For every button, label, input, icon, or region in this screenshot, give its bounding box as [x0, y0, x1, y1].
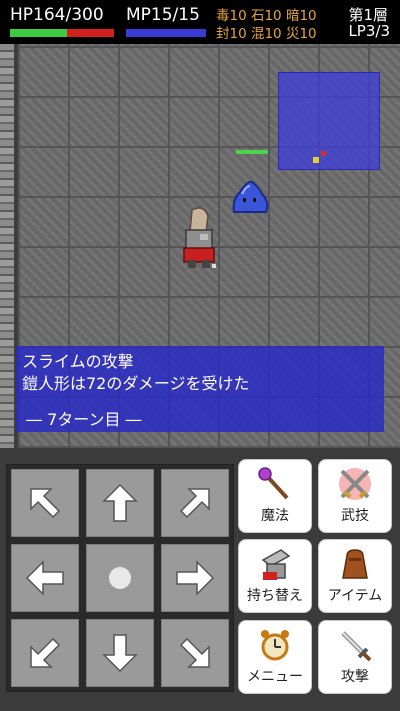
switch-weapon-button[interactable]: 持ち替え	[238, 539, 312, 613]
arrow-down-right-icon	[179, 637, 210, 668]
slime-enemy[interactable]	[230, 178, 270, 216]
status-effects-row1: 毒10 石10 暗10	[216, 8, 317, 24]
control-panel: 魔法 武技 持ち替え アイテム メニュー 攻撃	[0, 448, 400, 711]
menu-button[interactable]: メニュー	[238, 620, 312, 694]
attack-label: 攻撃	[341, 669, 369, 685]
direction-pad	[6, 464, 234, 692]
sword-icon	[341, 631, 372, 662]
armor-doll-player	[183, 207, 216, 268]
enemy-hp-bar	[236, 150, 268, 154]
hp-bar-fill	[10, 29, 67, 37]
mp-bar-fill	[126, 29, 206, 37]
wait-button[interactable]	[86, 544, 154, 612]
message-line-1: スライムの攻撃	[22, 352, 134, 371]
move-up-button[interactable]	[86, 469, 154, 537]
mp-label: MP15/15	[126, 5, 200, 25]
dot-icon	[109, 567, 131, 589]
arrow-up-left-icon	[30, 488, 61, 519]
status-effects-row2: 封10 混10 災10	[216, 26, 317, 42]
arrow-up-icon	[102, 483, 138, 522]
minimap	[278, 72, 380, 170]
arrow-up-right-icon	[179, 488, 210, 519]
arrow-down-icon	[102, 634, 138, 673]
arrow-right-icon	[176, 560, 215, 596]
crossed-swords-icon	[339, 468, 371, 500]
move-left-button[interactable]	[11, 544, 79, 612]
alarm-clock-icon	[261, 630, 289, 661]
status-hud: HP164/300 MP15/15 毒10 石10 暗10 封10 混10 災1…	[0, 0, 400, 44]
move-up-right-button[interactable]	[161, 469, 229, 537]
arrow-left-icon	[25, 560, 64, 596]
move-down-button[interactable]	[86, 619, 154, 687]
item-label: アイテム	[327, 588, 383, 604]
move-down-left-button[interactable]	[11, 619, 79, 687]
message-line-2: 鎧人形は72のダメージを受けた	[22, 374, 250, 393]
switch-weapon-label: 持ち替え	[247, 588, 303, 604]
move-right-button[interactable]	[161, 544, 229, 612]
lp-indicator: LP3/3	[348, 22, 390, 40]
attack-button[interactable]: 攻撃	[318, 620, 392, 694]
menu-label: メニュー	[247, 669, 303, 685]
weapon-swap-icon	[261, 549, 291, 580]
skill-button[interactable]: 武技	[318, 459, 392, 533]
magic-label: 魔法	[261, 508, 289, 524]
skill-label: 武技	[341, 508, 369, 524]
minimap-enemy-marker	[321, 151, 326, 156]
staff-icon	[258, 467, 289, 500]
hp-label: HP164/300	[10, 5, 104, 25]
turn-counter: ― 7ターン目 ―	[26, 410, 142, 429]
dungeon-wall	[0, 44, 14, 448]
hp-bar	[10, 29, 114, 37]
mp-bar	[126, 29, 206, 37]
item-button[interactable]: アイテム	[318, 539, 392, 613]
arrow-down-left-icon	[30, 637, 61, 668]
bag-icon	[342, 549, 368, 579]
magic-button[interactable]: 魔法	[238, 459, 312, 533]
minimap-player-marker	[313, 157, 319, 163]
battle-message-box: スライムの攻撃 鎧人形は72のダメージを受けた ― 7ターン目 ―	[16, 346, 384, 432]
move-down-right-button[interactable]	[161, 619, 229, 687]
move-up-left-button[interactable]	[11, 469, 79, 537]
